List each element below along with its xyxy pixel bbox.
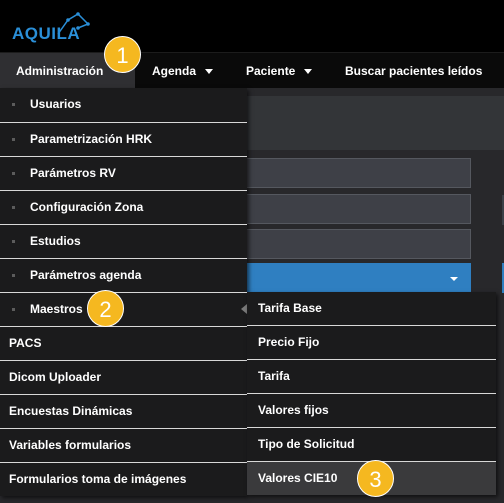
bullet-icon bbox=[12, 308, 15, 311]
menu-item-estudios[interactable]: Estudios bbox=[0, 225, 247, 258]
menu-item-dicom-uploader[interactable]: Dicom Uploader bbox=[0, 361, 247, 394]
bullet-icon bbox=[12, 172, 15, 175]
bullet-icon bbox=[12, 206, 15, 209]
menu-item-label: Variables formularios bbox=[9, 438, 132, 452]
submenu-item-label: Tarifa Base bbox=[258, 301, 322, 315]
nav-administracion-label: Administración bbox=[16, 64, 104, 78]
main-navbar: Administración Agenda Paciente Buscar pa… bbox=[0, 52, 504, 89]
menu-item-label: Parámetros agenda bbox=[30, 268, 142, 282]
aquila-logo[interactable]: AQUILA bbox=[12, 12, 92, 46]
submenu-item-label: Tipo de Solicitud bbox=[258, 437, 355, 451]
menu-item-parametrizacion-hrk[interactable]: Parametrización HRK bbox=[0, 123, 247, 156]
submenu-item-tipo-de-solicitud[interactable]: Tipo de Solicitud bbox=[247, 428, 496, 461]
menu-item-formularios-toma-imagenes[interactable]: Formularios toma de imágenes bbox=[0, 463, 247, 496]
nav-agenda-label: Agenda bbox=[152, 64, 197, 78]
menu-item-label: Encuestas Dinámicas bbox=[9, 404, 133, 418]
submenu-item-precio-fijo[interactable]: Precio Fijo bbox=[247, 326, 496, 359]
constellation-icon bbox=[57, 12, 90, 35]
nav-buscar-pacientes-leidos[interactable]: Buscar pacientes leídos bbox=[345, 53, 482, 89]
administracion-dropdown: Usuarios Parametrización HRK Parámetros … bbox=[0, 88, 247, 496]
menu-item-pacs[interactable]: PACS bbox=[0, 327, 247, 360]
nav-paciente-label: Paciente bbox=[246, 64, 296, 78]
menu-item-label: Usuarios bbox=[30, 97, 82, 111]
menu-item-label: Parámetros RV bbox=[30, 166, 116, 180]
top-bar: AQUILA bbox=[0, 0, 504, 52]
submenu-item-label: Precio Fijo bbox=[258, 335, 320, 349]
menu-item-label: PACS bbox=[9, 336, 42, 350]
form-field-1[interactable] bbox=[246, 158, 471, 188]
callout-badge-1: 1 bbox=[104, 36, 141, 73]
callout-badge-2: 2 bbox=[87, 290, 124, 327]
menu-item-parametros-rv[interactable]: Parámetros RV bbox=[0, 157, 247, 190]
callout-badge-3: 3 bbox=[357, 460, 394, 497]
nav-agenda[interactable]: Agenda bbox=[152, 53, 214, 89]
menu-item-encuestas-dinamicas[interactable]: Encuestas Dinámicas bbox=[0, 395, 247, 428]
submenu-item-label: Tarifa bbox=[258, 369, 290, 383]
bullet-icon bbox=[12, 274, 15, 277]
form-select[interactable] bbox=[246, 263, 471, 293]
chevron-down-icon bbox=[304, 69, 313, 75]
menu-item-label: Configuración Zona bbox=[30, 200, 144, 214]
bullet-icon bbox=[12, 240, 15, 243]
bullet-icon bbox=[12, 103, 15, 106]
submenu-item-label: Valores CIE10 bbox=[258, 471, 338, 485]
form-field-3[interactable] bbox=[246, 229, 471, 259]
menu-item-usuarios[interactable]: Usuarios bbox=[0, 88, 247, 121]
submenu-item-tarifa-base[interactable]: Tarifa Base bbox=[247, 292, 496, 325]
menu-item-configuracion-zona[interactable]: Configuración Zona bbox=[0, 191, 247, 224]
form-field-2[interactable] bbox=[246, 194, 471, 224]
bullet-icon bbox=[12, 138, 15, 141]
nav-paciente[interactable]: Paciente bbox=[246, 53, 313, 89]
menu-item-label: Estudios bbox=[30, 234, 81, 248]
menu-item-label: Parametrización HRK bbox=[30, 132, 153, 146]
chevron-down-icon bbox=[450, 277, 458, 281]
menu-item-label: Formularios toma de imágenes bbox=[9, 472, 187, 486]
chevron-down-icon bbox=[205, 69, 214, 75]
content-header-band bbox=[246, 96, 504, 150]
menu-item-label: Dicom Uploader bbox=[9, 370, 102, 384]
menu-item-label: Maestros bbox=[30, 302, 83, 316]
submenu-item-label: Valores fijos bbox=[258, 403, 329, 417]
menu-item-parametros-agenda[interactable]: Parámetros agenda bbox=[0, 259, 247, 292]
menu-item-variables-formularios[interactable]: Variables formularios bbox=[0, 429, 247, 462]
submenu-item-valores-fijos[interactable]: Valores fijos bbox=[247, 394, 496, 427]
submenu-item-tarifa[interactable]: Tarifa bbox=[247, 360, 496, 393]
nav-buscar-label: Buscar pacientes leídos bbox=[345, 64, 483, 78]
